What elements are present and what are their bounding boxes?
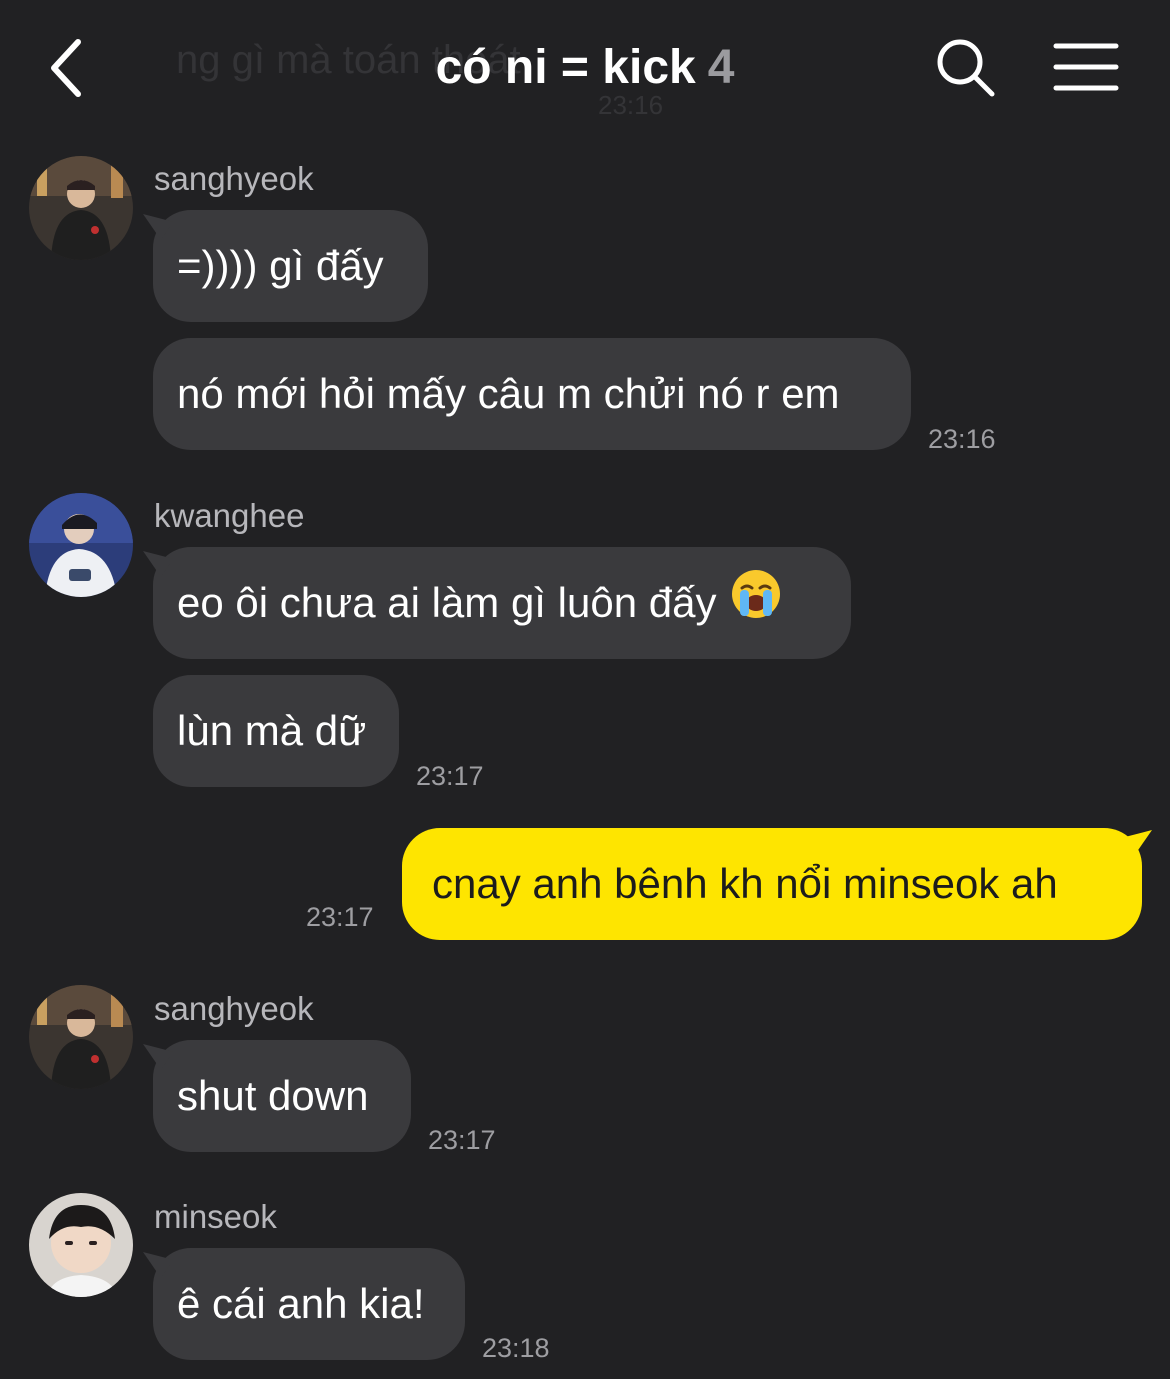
loudly-crying-face-icon <box>730 550 782 662</box>
sender-name: sanghyeok <box>154 990 314 1027</box>
avatar-kwanghee[interactable] <box>29 493 133 597</box>
message-bubble[interactable]: nó mới hỏi mấy câu m chửi nó r em <box>153 338 911 450</box>
avatar-photo <box>29 1193 133 1297</box>
chat-header: có ni = kick 4 <box>0 0 1170 130</box>
menu-button[interactable] <box>1052 40 1120 96</box>
my-message-bubble[interactable]: cnay anh bênh kh nổi minseok ah <box>402 828 1142 940</box>
sender-name: minseok <box>154 1198 277 1235</box>
message-timestamp: 23:17 <box>416 761 484 791</box>
message-timestamp: 23:17 <box>428 1125 496 1155</box>
avatar-photo <box>29 493 133 597</box>
message-bubble[interactable]: shut down <box>153 1040 411 1152</box>
message-bubble[interactable]: eo ôi chưa ai làm gì luôn đấy <box>153 547 851 659</box>
chat-room-name: có ni = kick <box>435 41 696 94</box>
message-bubble[interactable]: =)))) gì đấy <box>153 210 428 322</box>
avatar-photo <box>29 985 133 1089</box>
message-bubble[interactable]: ê cái anh kia! <box>153 1248 465 1360</box>
avatar-sanghyeok[interactable] <box>29 156 133 260</box>
hamburger-menu-icon <box>1053 43 1119 91</box>
sender-name: sanghyeok <box>154 160 314 197</box>
avatar-minseok[interactable] <box>29 1193 133 1297</box>
avatar-photo <box>29 156 133 260</box>
avatar-sanghyeok[interactable] <box>29 985 133 1089</box>
message-text: eo ôi chưa ai làm gì luôn đấy <box>177 579 717 626</box>
sender-name: kwanghee <box>154 497 305 534</box>
member-count: 4 <box>707 41 735 94</box>
message-timestamp: 23:16 <box>928 424 996 454</box>
message-bubble[interactable]: lùn mà dữ <box>153 675 399 787</box>
search-button[interactable] <box>934 36 998 100</box>
search-icon <box>937 39 995 97</box>
message-timestamp: 23:17 <box>306 902 374 932</box>
message-timestamp: 23:18 <box>482 1333 550 1363</box>
